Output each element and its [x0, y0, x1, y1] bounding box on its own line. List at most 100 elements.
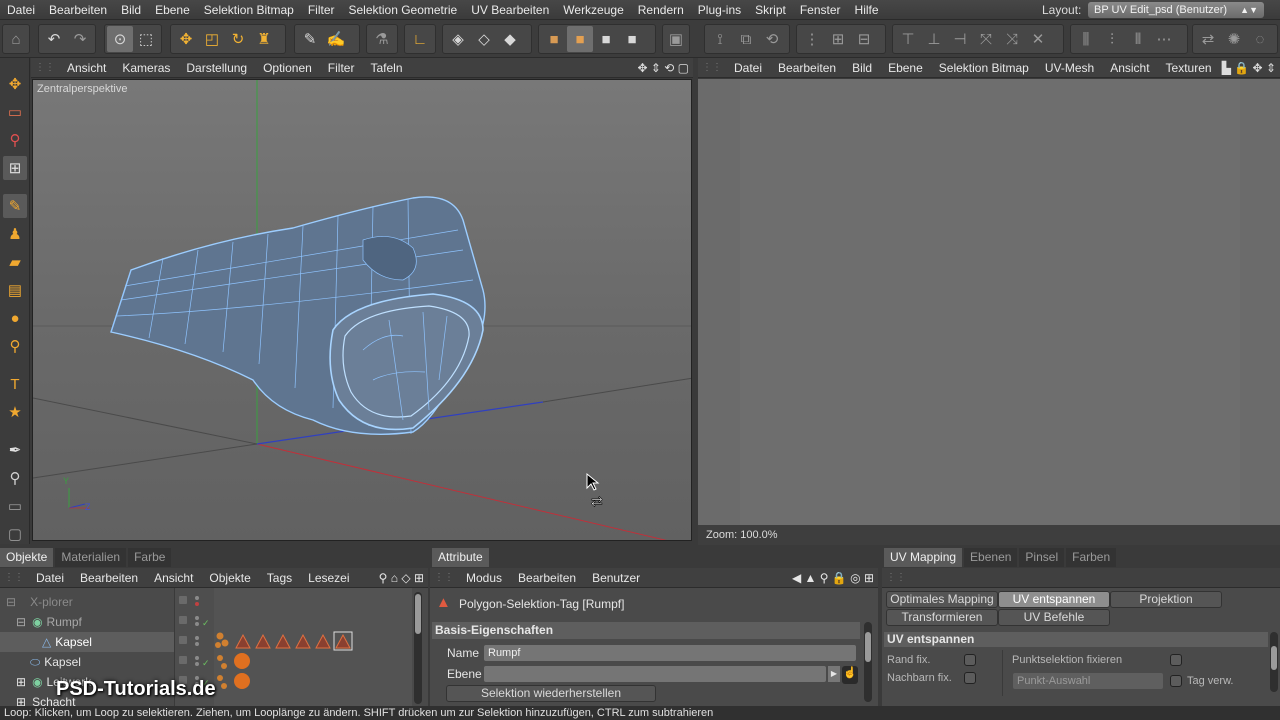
- distribute-b-icon[interactable]: ⫶: [1099, 26, 1125, 52]
- tab-attribute[interactable]: Attribute: [432, 548, 489, 567]
- tab-farben[interactable]: Farben: [1066, 548, 1117, 567]
- cube-mode-active-icon[interactable]: ■: [567, 26, 593, 52]
- uv-menu-uv-mesh[interactable]: UV-Mesh: [1037, 61, 1102, 75]
- magic-wand-icon[interactable]: ⚲: [3, 128, 27, 152]
- cube-mode-icon[interactable]: ■: [541, 26, 567, 52]
- cube-paint-icon[interactable]: ■: [593, 26, 619, 52]
- menu-selektion-geometrie[interactable]: Selektion Geometrie: [342, 3, 465, 17]
- vp-menu-optionen[interactable]: Optionen: [255, 61, 320, 75]
- attribute-nav-icons[interactable]: ◀ ▲ ⚲ 🔒 ◎ ⊞: [792, 571, 878, 585]
- obj-menu-objekte[interactable]: Objekte: [201, 571, 258, 585]
- scrollbar-thumb[interactable]: [865, 632, 871, 662]
- rect-select-tool-icon[interactable]: ▭: [3, 100, 27, 124]
- axis-icon[interactable]: ∟: [407, 26, 433, 52]
- pin-neighbors-checkbox[interactable]: [964, 672, 976, 684]
- uv-grid-a-icon[interactable]: ⋮: [799, 26, 825, 52]
- uv-tool-b-icon[interactable]: ⧉: [733, 26, 759, 52]
- vp-menu-ansicht[interactable]: Ansicht: [59, 61, 114, 75]
- brush-tool-icon[interactable]: ✎: [3, 194, 27, 218]
- uv-canvas[interactable]: [740, 79, 1240, 525]
- obj-menu-tags[interactable]: Tags: [259, 571, 300, 585]
- distribute-c-icon[interactable]: ⫴: [1125, 26, 1151, 52]
- projection-button[interactable]: Projektion: [1110, 591, 1222, 608]
- restore-selection-button[interactable]: Selektion wiederherstellen: [446, 685, 656, 702]
- obj-menu-lesezei[interactable]: Lesezei: [300, 571, 357, 585]
- tree-row-rumpf[interactable]: ⊟ ◉ Rumpf: [0, 612, 174, 632]
- uv-menu-texturen[interactable]: Texturen: [1158, 61, 1220, 75]
- distribute-a-icon[interactable]: ⫼: [1073, 26, 1099, 52]
- uv-view-nav-icons[interactable]: ▙ 🔒 ✥ ⇕: [1222, 61, 1280, 75]
- layer-field[interactable]: [484, 666, 826, 682]
- name-field[interactable]: Rumpf: [484, 645, 856, 661]
- uv-commands-button[interactable]: UV Befehle: [998, 609, 1110, 626]
- layer-arrow-icon[interactable]: ▶: [828, 666, 840, 682]
- uv-tool-c-icon[interactable]: ⟲: [759, 26, 785, 52]
- tool-icon[interactable]: ⌂: [5, 26, 27, 52]
- rect-selection-icon[interactable]: ⬚: [133, 26, 159, 52]
- uv-tool-a-icon[interactable]: ⟟: [707, 26, 733, 52]
- tab-objekte[interactable]: Objekte: [0, 548, 54, 567]
- pin-border-checkbox[interactable]: [964, 654, 976, 666]
- move-icon[interactable]: ✥: [173, 26, 199, 52]
- menu-werkzeuge[interactable]: Werkzeuge: [556, 3, 630, 17]
- align-a-icon[interactable]: ⊤: [895, 26, 921, 52]
- uv-point-icon[interactable]: ◈: [445, 26, 471, 52]
- paint-3d-icon[interactable]: ✍: [323, 26, 349, 52]
- align-c-icon[interactable]: ⊣: [947, 26, 973, 52]
- align-b-icon[interactable]: ⊥: [921, 26, 947, 52]
- scale-icon[interactable]: ◰: [199, 26, 225, 52]
- vp-menu-filter[interactable]: Filter: [320, 61, 363, 75]
- viewport-nav-icons[interactable]: ✥ ⇕ ⟲ ▢: [637, 61, 693, 75]
- tree-toggle-icon[interactable]: ⊞: [0, 695, 26, 706]
- uv-poly-icon[interactable]: ◆: [497, 26, 523, 52]
- objects-nav-icons[interactable]: ⚲ ⌂ ◇ ⊞: [379, 571, 428, 585]
- fix-point-selection-checkbox[interactable]: [1170, 654, 1182, 666]
- relax-b-icon[interactable]: ✺: [1221, 26, 1247, 52]
- menu-plug-ins[interactable]: Plug-ins: [691, 3, 748, 17]
- tag-use-checkbox[interactable]: [1170, 675, 1182, 687]
- align-d-icon[interactable]: ⤧: [973, 26, 999, 52]
- tree-row-xplorer[interactable]: ⊟ X-plorer: [0, 592, 174, 612]
- uv-grid-tool-icon[interactable]: ⊞: [3, 156, 27, 180]
- uv-grid-c-icon[interactable]: ⊟: [851, 26, 877, 52]
- obj-menu-bearbeiten[interactable]: Bearbeiten: [72, 571, 146, 585]
- uv-menu-selektion-bitmap[interactable]: Selektion Bitmap: [931, 61, 1037, 75]
- menu-bild[interactable]: Bild: [114, 3, 148, 17]
- uv-grid-b-icon[interactable]: ⊞: [825, 26, 851, 52]
- tree-row-kapsel-selected[interactable]: △ Kapsel: [0, 632, 174, 652]
- uv-mapping-scrollbar[interactable]: [1270, 632, 1278, 692]
- tool-d-icon[interactable]: ▢: [3, 522, 27, 546]
- distribute-d-icon[interactable]: ⋯: [1151, 26, 1177, 52]
- obj-menu-ansicht[interactable]: Ansicht: [146, 571, 201, 585]
- relax-a-icon[interactable]: ⇄: [1195, 26, 1221, 52]
- tree-toggle-icon[interactable]: ⊟: [0, 595, 16, 609]
- point-select-field[interactable]: Punkt-Auswahl: [1013, 673, 1163, 689]
- tool-c-icon[interactable]: ▭: [3, 494, 27, 518]
- live-selection-icon[interactable]: ⊙: [107, 26, 133, 52]
- redo-icon[interactable]: ↷: [67, 26, 93, 52]
- tab-pinsel[interactable]: Pinsel: [1019, 548, 1065, 567]
- menu-rendern[interactable]: Rendern: [631, 3, 691, 17]
- eyedropper-icon[interactable]: ✒: [3, 438, 27, 462]
- relax-c-icon[interactable]: ◌: [1247, 26, 1273, 52]
- uv-menu-bearbeiten[interactable]: Bearbeiten: [770, 61, 844, 75]
- uv-menu-bild[interactable]: Bild: [844, 61, 880, 75]
- tree-toggle-icon[interactable]: ⊞: [0, 675, 26, 689]
- menu-hilfe[interactable]: Hilfe: [848, 3, 886, 17]
- zoom-tool-icon[interactable]: ⚲: [3, 334, 27, 358]
- menu-uv-bearbeiten[interactable]: UV Bearbeiten: [464, 3, 556, 17]
- undo-icon[interactable]: ↶: [41, 26, 67, 52]
- scrollbar-thumb[interactable]: [1271, 646, 1277, 670]
- menu-bearbeiten[interactable]: Bearbeiten: [42, 3, 114, 17]
- uv-relax-button[interactable]: UV entspannen: [998, 591, 1110, 608]
- attr-menu-benutzer[interactable]: Benutzer: [584, 571, 648, 585]
- uv-menu-ebene[interactable]: Ebene: [880, 61, 931, 75]
- vp-menu-darstellung[interactable]: Darstellung: [178, 61, 255, 75]
- section-uv-relax[interactable]: UV entspannen: [884, 632, 1268, 647]
- gradient-tool-icon[interactable]: ▤: [3, 278, 27, 302]
- menu-skript[interactable]: Skript: [748, 3, 793, 17]
- pick-cursor-icon[interactable]: ☝: [842, 666, 858, 684]
- rotate-icon[interactable]: ↻: [225, 26, 251, 52]
- cube-grid-icon[interactable]: ■: [619, 26, 645, 52]
- eraser-tool-icon[interactable]: ▰: [3, 250, 27, 274]
